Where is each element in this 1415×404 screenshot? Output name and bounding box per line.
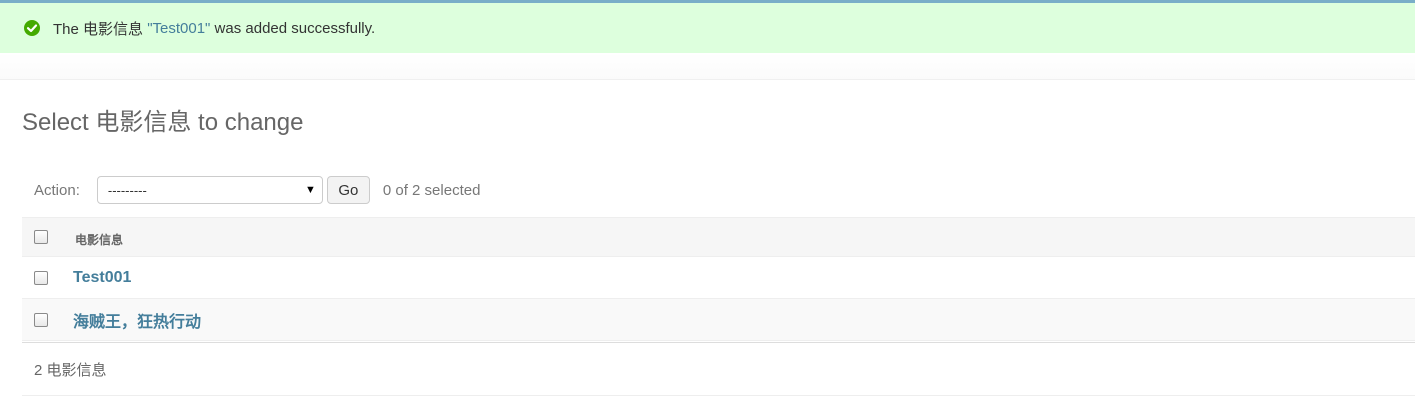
- success-message: The 电影信息 "Test001" was added successfull…: [0, 3, 1415, 53]
- select-all-cell: [22, 230, 62, 244]
- column-header-movie[interactable]: 电影信息: [75, 231, 123, 248]
- message-object-link[interactable]: "Test001": [147, 20, 210, 37]
- content-separator: [0, 53, 1415, 80]
- paginator: 2 电影信息: [22, 342, 1415, 396]
- table-header: 电影信息: [22, 217, 1415, 257]
- actions-bar: Action: --------- ▼ Go 0 of 2 selected: [22, 171, 1415, 209]
- row-link[interactable]: Test001: [73, 269, 131, 287]
- page-title: Select 电影信息 to change: [22, 109, 304, 136]
- check-circle-icon: [23, 19, 41, 37]
- selection-counter: 0 of 2 selected: [382, 181, 481, 199]
- go-button[interactable]: Go: [326, 176, 370, 204]
- message-prefix: The 电影信息: [53, 20, 148, 38]
- table-row: 海贼王，狂热行动: [22, 299, 1415, 341]
- row-checkbox[interactable]: [34, 270, 48, 285]
- row-checkbox[interactable]: [34, 312, 48, 327]
- row-link[interactable]: 海贼王，狂热行动: [73, 308, 201, 332]
- result-table: 电影信息 Test001 海贼王，狂热行动: [22, 217, 1415, 341]
- table-row: Test001: [22, 257, 1415, 299]
- action-label: Action:: [34, 181, 80, 199]
- action-select[interactable]: --------- ▼: [96, 176, 323, 204]
- select-all-checkbox[interactable]: [34, 230, 48, 244]
- action-select-value: ---------: [107, 182, 147, 198]
- row-checkbox-cell: [22, 312, 62, 327]
- chevron-down-icon: ▼: [304, 184, 316, 196]
- message-suffix: was added successfully.: [210, 19, 376, 37]
- paginator-count: 2 电影信息: [34, 361, 107, 379]
- row-checkbox-cell: [22, 270, 62, 285]
